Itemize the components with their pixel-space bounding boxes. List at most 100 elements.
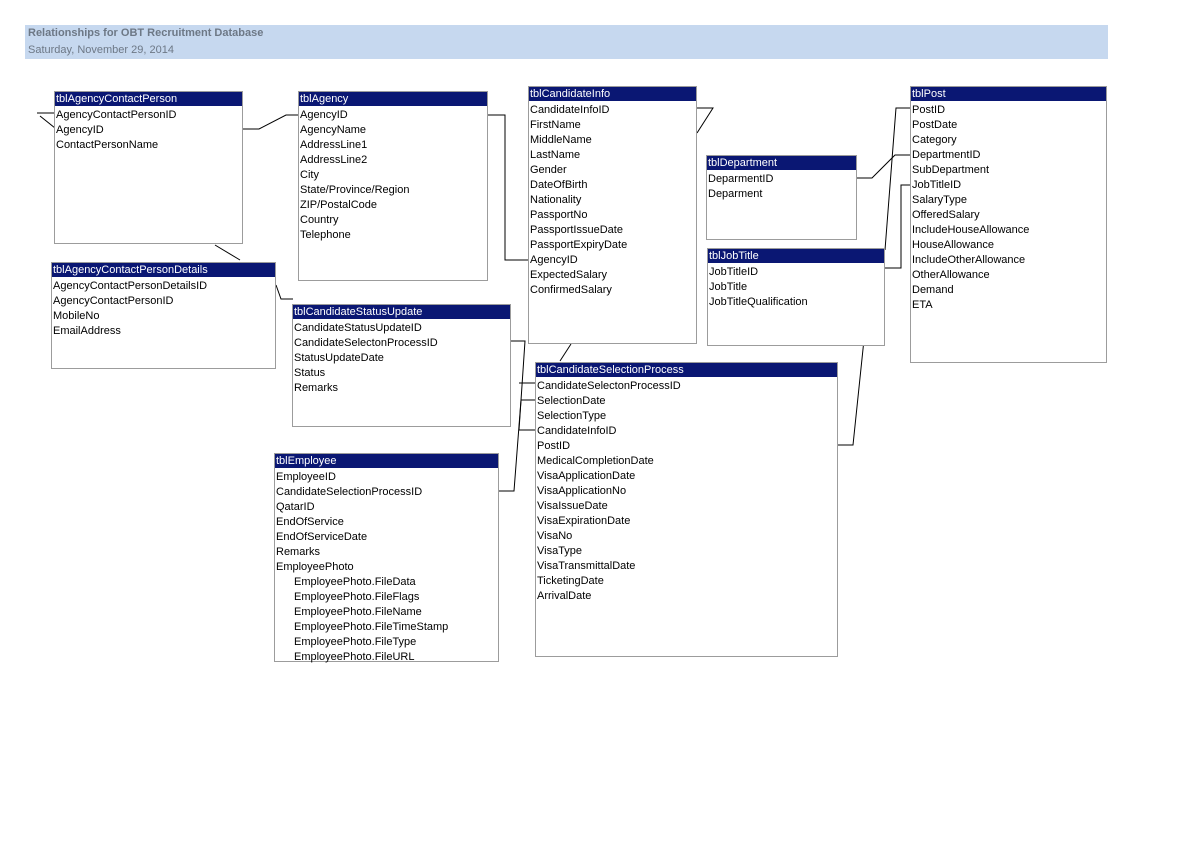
field-row[interactable]: EndOfService (275, 515, 498, 530)
field-row[interactable]: DepartmentID (911, 148, 1106, 163)
field-row[interactable]: EndOfServiceDate (275, 530, 498, 545)
field-row[interactable]: Deparment (707, 187, 856, 202)
field-row[interactable]: AgencyContactPersonID (55, 108, 242, 123)
table-header[interactable]: tblAgencyContactPersonDetails (52, 263, 275, 277)
field-row[interactable]: EmployeePhoto.FileFlags (275, 590, 498, 605)
field-row[interactable]: VisaApplicationDate (536, 469, 837, 484)
field-row[interactable]: CandidateStatusUpdateID (293, 321, 510, 336)
field-row[interactable]: EmployeeID (275, 470, 498, 485)
field-row[interactable]: MiddleName (529, 133, 696, 148)
field-row[interactable]: State/Province/Region (299, 183, 487, 198)
table-tblAgency[interactable]: tblAgency AgencyID AgencyName AddressLine1 A… (298, 91, 488, 281)
field-row[interactable]: Category (911, 133, 1106, 148)
field-row[interactable]: DateOfBirth (529, 178, 696, 193)
field-row[interactable]: JobTitleQualification (708, 295, 884, 310)
field-row[interactable]: PassportNo (529, 208, 696, 223)
field-row[interactable]: SalaryType (911, 193, 1106, 208)
field-row[interactable]: EmployeePhoto.FileName (275, 605, 498, 620)
table-tblDepartment[interactable]: tblDepartment DeparmentID Deparment (706, 155, 857, 240)
field-row[interactable]: City (299, 168, 487, 183)
field-row[interactable]: EmployeePhoto (275, 560, 498, 575)
field-row[interactable]: PostID (911, 103, 1106, 118)
field-row[interactable]: CandidateInfoID (536, 424, 837, 439)
field-row[interactable]: CandidateInfoID (529, 103, 696, 118)
field-row[interactable]: PostDate (911, 118, 1106, 133)
field-row[interactable]: MobileNo (52, 309, 275, 324)
field-row[interactable]: AddressLine2 (299, 153, 487, 168)
field-row[interactable]: EmailAddress (52, 324, 275, 339)
table-tblAgencyContactPerson[interactable]: tblAgencyContactPerson AgencyContactPerso… (54, 91, 243, 244)
field-row[interactable]: AgencyContactPersonID (52, 294, 275, 309)
table-tblCandidateInfo[interactable]: tblCandidateInfo CandidateInfoID FirstName… (528, 86, 697, 344)
field-row[interactable]: VisaTransmittalDate (536, 559, 837, 574)
field-row[interactable]: QatarID (275, 500, 498, 515)
table-tblAgencyContactPersonDetails[interactable]: tblAgencyContactPersonDetails AgencyConta… (51, 262, 276, 369)
field-row[interactable]: AgencyID (529, 253, 696, 268)
field-row[interactable]: ETA (911, 298, 1106, 313)
table-header[interactable]: tblCandidateInfo (529, 87, 696, 101)
table-tblCandidateSelectionProcess[interactable]: tblCandidateSelectionProcess CandidateSel… (535, 362, 838, 657)
table-header[interactable]: tblCandidateSelectionProcess (536, 363, 837, 377)
field-row[interactable]: JobTitleID (708, 265, 884, 280)
field-row[interactable]: IncludeHouseAllowance (911, 223, 1106, 238)
field-row[interactable]: StatusUpdateDate (293, 351, 510, 366)
field-row[interactable]: TicketingDate (536, 574, 837, 589)
table-tblPost[interactable]: tblPost PostID PostDate Category DepartmentI… (910, 86, 1107, 363)
field-row[interactable]: PassportIssueDate (529, 223, 696, 238)
field-row[interactable]: OfferedSalary (911, 208, 1106, 223)
field-row[interactable]: Nationality (529, 193, 696, 208)
field-row[interactable]: AgencyID (55, 123, 242, 138)
field-row[interactable]: OtherAllowance (911, 268, 1106, 283)
field-row[interactable]: SelectionDate (536, 394, 837, 409)
field-row[interactable]: Telephone (299, 228, 487, 243)
field-row[interactable]: JobTitleID (911, 178, 1106, 193)
field-row[interactable]: ExpectedSalary (529, 268, 696, 283)
field-row[interactable]: VisaExpirationDate (536, 514, 837, 529)
field-row[interactable]: FirstName (529, 118, 696, 133)
field-row[interactable]: CandidateSelectonProcessID (293, 336, 510, 351)
field-row[interactable]: Gender (529, 163, 696, 178)
field-row[interactable]: AddressLine1 (299, 138, 487, 153)
field-row[interactable]: ContactPersonName (55, 138, 242, 153)
field-row[interactable]: CandidateSelectonProcessID (536, 379, 837, 394)
field-row[interactable]: DeparmentID (707, 172, 856, 187)
field-row[interactable]: VisaApplicationNo (536, 484, 837, 499)
field-row[interactable]: SubDepartment (911, 163, 1106, 178)
field-row[interactable]: VisaIssueDate (536, 499, 837, 514)
field-row[interactable]: LastName (529, 148, 696, 163)
field-row[interactable]: EmployeePhoto.FileURL (275, 650, 498, 665)
table-header[interactable]: tblAgency (299, 92, 487, 106)
field-row[interactable]: AgencyContactPersonDetailsID (52, 279, 275, 294)
field-row[interactable]: ZIP/PostalCode (299, 198, 487, 213)
field-row[interactable]: HouseAllowance (911, 238, 1106, 253)
table-header[interactable]: tblPost (911, 87, 1106, 101)
field-row[interactable]: ConfirmedSalary (529, 283, 696, 298)
field-row[interactable]: SelectionType (536, 409, 837, 424)
field-row[interactable]: Demand (911, 283, 1106, 298)
table-header[interactable]: tblAgencyContactPerson (55, 92, 242, 106)
field-row[interactable]: PostID (536, 439, 837, 454)
table-header[interactable]: tblDepartment (707, 156, 856, 170)
field-row[interactable]: VisaType (536, 544, 837, 559)
field-row[interactable]: VisaNo (536, 529, 837, 544)
field-row[interactable]: ArrivalDate (536, 589, 837, 604)
field-row[interactable]: EmployeePhoto.FileType (275, 635, 498, 650)
table-header[interactable]: tblEmployee (275, 454, 498, 468)
table-tblJobTitle[interactable]: tblJobTitle JobTitleID JobTitle JobTitleQua… (707, 248, 885, 346)
field-row[interactable]: Country (299, 213, 487, 228)
field-row[interactable]: MedicalCompletionDate (536, 454, 837, 469)
field-row[interactable]: EmployeePhoto.FileTimeStamp (275, 620, 498, 635)
field-row[interactable]: Remarks (293, 381, 510, 396)
field-row[interactable]: AgencyName (299, 123, 487, 138)
field-row[interactable]: AgencyID (299, 108, 487, 123)
field-row[interactable]: PassportExpiryDate (529, 238, 696, 253)
field-row[interactable]: Status (293, 366, 510, 381)
field-row[interactable]: Remarks (275, 545, 498, 560)
field-row[interactable]: JobTitle (708, 280, 884, 295)
table-header[interactable]: tblJobTitle (708, 249, 884, 263)
table-tblEmployee[interactable]: tblEmployee EmployeeID CandidateSelectionP… (274, 453, 499, 665)
table-header[interactable]: tblCandidateStatusUpdate (293, 305, 510, 319)
table-tblCandidateStatusUpdate[interactable]: tblCandidateStatusUpdate CandidateStatusU… (292, 304, 511, 427)
field-row[interactable]: EmployeePhoto.FileData (275, 575, 498, 590)
field-row[interactable]: IncludeOtherAllowance (911, 253, 1106, 268)
